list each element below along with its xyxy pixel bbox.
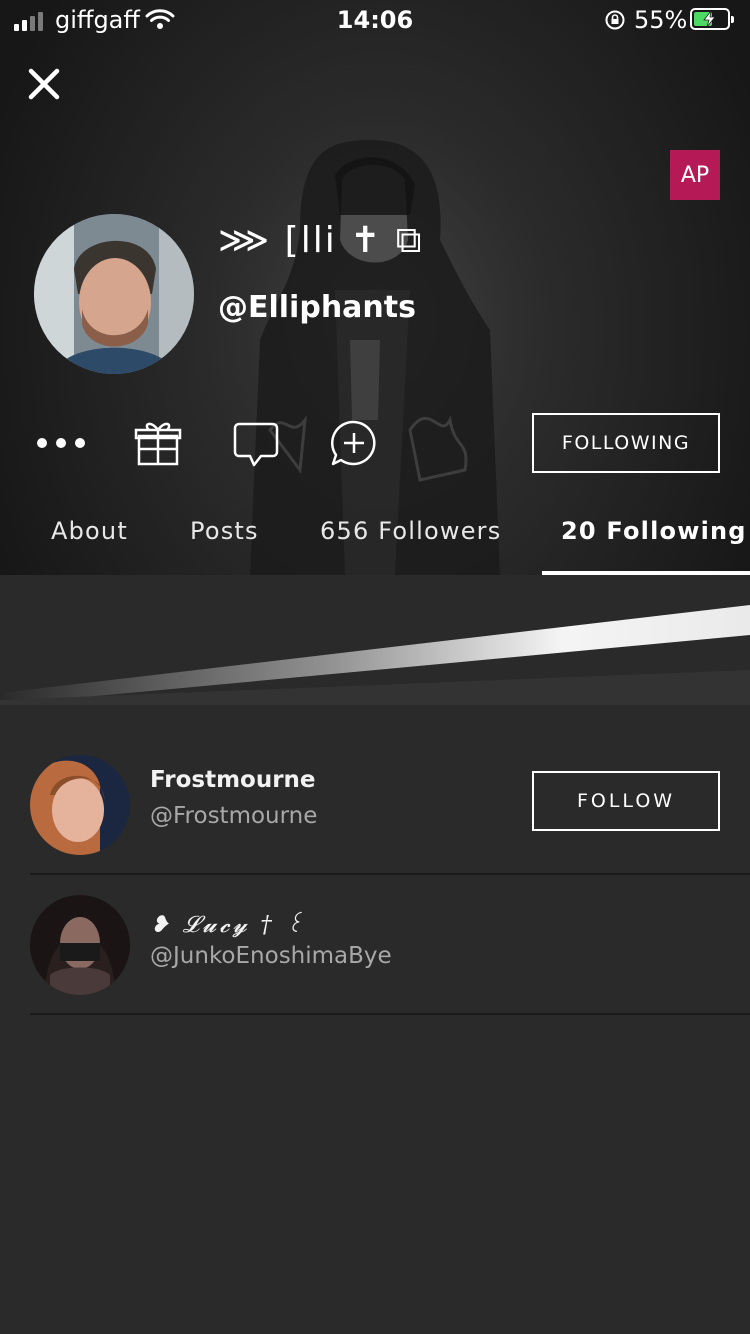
battery-charging-icon: [690, 8, 734, 30]
gift-icon[interactable]: [131, 418, 185, 468]
list-item[interactable]: ❥ 𝓛𝓾𝓬𝔂 † ꒰ @JunkoEnoshimaBye: [0, 875, 750, 1015]
user-avatar: [30, 895, 130, 995]
battery-percent: 55%: [634, 6, 688, 34]
user-name: Frostmourne: [150, 767, 316, 793]
user-handle: @Frostmourne: [150, 803, 318, 829]
divider: [30, 1013, 750, 1015]
ap-badge[interactable]: AP: [670, 150, 720, 200]
user-name: ❥ 𝓛𝓾𝓬𝔂 † ꒰: [150, 912, 307, 938]
status-bar: giffgaff 14:06 55%: [0, 0, 750, 42]
follow-button[interactable]: FOLLOW: [532, 771, 720, 831]
list-item[interactable]: Frostmourne @Frostmourne FOLLOW: [0, 735, 750, 875]
profile-avatar: [34, 214, 194, 374]
orientation-lock-icon: [605, 10, 625, 30]
profile-header: giffgaff 14:06 55% AP ⋙ [lli ✝ ⧉ @Elliph…: [0, 0, 750, 575]
tab-about[interactable]: About: [51, 517, 128, 545]
close-icon[interactable]: [26, 66, 62, 102]
profile-username: @Elliphants: [218, 290, 416, 325]
tab-posts[interactable]: Posts: [190, 517, 259, 545]
tab-followers[interactable]: 656 Followers: [320, 517, 501, 545]
tab-following[interactable]: 20 Following: [561, 517, 747, 545]
following-button[interactable]: FOLLOWING: [532, 413, 720, 473]
loading-banner: [0, 575, 750, 705]
user-handle: @JunkoEnoshimaBye: [150, 943, 392, 969]
display-name: ⋙ [lli ✝ ⧉: [218, 220, 424, 261]
more-icon[interactable]: [34, 418, 88, 468]
profile-tabs: About Posts 656 Followers 20 Following: [0, 505, 750, 575]
user-avatar: [30, 755, 130, 855]
chat-icon[interactable]: [229, 418, 283, 468]
add-chat-icon[interactable]: [327, 418, 381, 468]
